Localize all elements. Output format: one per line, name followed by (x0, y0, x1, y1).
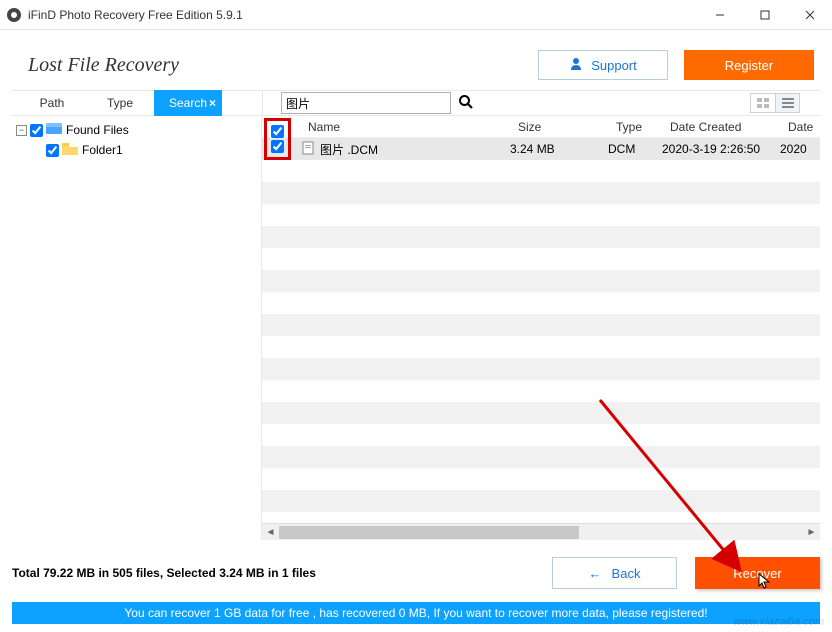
col-name[interactable]: Name (300, 120, 510, 134)
collapse-icon[interactable]: − (16, 125, 27, 136)
tab-path[interactable]: Path (18, 90, 86, 116)
status-text: Total 79.22 MB in 505 files, Selected 3.… (12, 566, 552, 580)
file-size: 3.24 MB (510, 142, 608, 156)
file-icon (300, 141, 316, 158)
scroll-left-icon[interactable]: ◄ (262, 527, 279, 538)
tree-root-checkbox[interactable] (30, 124, 43, 137)
tree-child[interactable]: Folder1 (12, 140, 261, 160)
tree-root[interactable]: − Found Files (12, 120, 261, 140)
page-title: Lost File Recovery (18, 54, 538, 77)
support-button[interactable]: Support (538, 50, 668, 80)
register-button[interactable]: Register (684, 50, 814, 80)
support-label: Support (591, 58, 637, 73)
search-input-container[interactable] (281, 92, 451, 114)
checkbox-highlight (264, 118, 291, 160)
file-date2: 2020 (780, 142, 820, 156)
tab-search-label: Search (169, 96, 207, 110)
app-icon (6, 7, 22, 23)
file-name: 图片 .DCM (320, 141, 378, 158)
tree-child-checkbox[interactable] (46, 144, 59, 157)
tab-type[interactable]: Type (86, 90, 154, 116)
folder-icon (62, 143, 78, 158)
tree-root-label: Found Files (66, 123, 129, 137)
minimize-button[interactable] (697, 0, 742, 29)
watermark: www.xiazaiba.com (734, 616, 824, 628)
list-view-icon[interactable] (775, 94, 799, 112)
tabs-row: Path Type Search × (12, 90, 820, 116)
arrow-left-icon: ← (589, 566, 602, 581)
tab-search[interactable]: Search × (154, 90, 222, 116)
promo-bar: You can recover 1 GB data for free , has… (12, 602, 820, 624)
drive-icon (46, 123, 62, 138)
thumbnail-view-icon[interactable] (751, 94, 775, 112)
tree-child-label: Folder1 (82, 143, 123, 157)
support-icon (569, 57, 583, 74)
col-date2[interactable]: Date (780, 120, 820, 134)
file-row[interactable]: 图片 .DCM 3.24 MB DCM 2020-3-19 2:26:50 20… (262, 138, 820, 160)
col-size[interactable]: Size (510, 120, 608, 134)
close-tab-icon[interactable]: × (209, 90, 216, 116)
cursor-icon (758, 573, 774, 589)
tree-pane: − Found Files Folder1 (12, 116, 262, 540)
footer: Total 79.22 MB in 505 files, Selected 3.… (0, 540, 832, 624)
window-title: iFinD Photo Recovery Free Edition 5.9.1 (28, 8, 697, 22)
scroll-right-icon[interactable]: ► (803, 527, 820, 538)
file-type: DCM (608, 142, 662, 156)
select-all-checkbox[interactable] (271, 125, 284, 138)
register-label: Register (725, 58, 773, 73)
back-label: Back (612, 566, 641, 581)
titlebar: iFinD Photo Recovery Free Edition 5.9.1 (0, 0, 832, 30)
horizontal-scrollbar[interactable]: ◄ ► (262, 523, 820, 540)
close-button[interactable] (787, 0, 832, 29)
file-checkbox[interactable] (271, 140, 284, 153)
search-icon[interactable] (451, 94, 481, 113)
search-input[interactable] (286, 96, 446, 110)
col-date-created[interactable]: Date Created (662, 120, 780, 134)
empty-rows (262, 160, 820, 523)
back-button[interactable]: ← Back (552, 557, 677, 589)
column-headers: Name Size Type Date Created Date (262, 116, 820, 138)
col-type[interactable]: Type (608, 120, 662, 134)
list-pane: Name Size Type Date Created Date 图片 .DCM… (262, 116, 820, 540)
scroll-track[interactable] (279, 524, 803, 540)
separator (262, 91, 263, 115)
header: Lost File Recovery Support Register (12, 40, 820, 90)
view-toggle (750, 93, 800, 113)
scroll-thumb[interactable] (279, 526, 579, 539)
file-date-created: 2020-3-19 2:26:50 (662, 142, 780, 156)
maximize-button[interactable] (742, 0, 787, 29)
